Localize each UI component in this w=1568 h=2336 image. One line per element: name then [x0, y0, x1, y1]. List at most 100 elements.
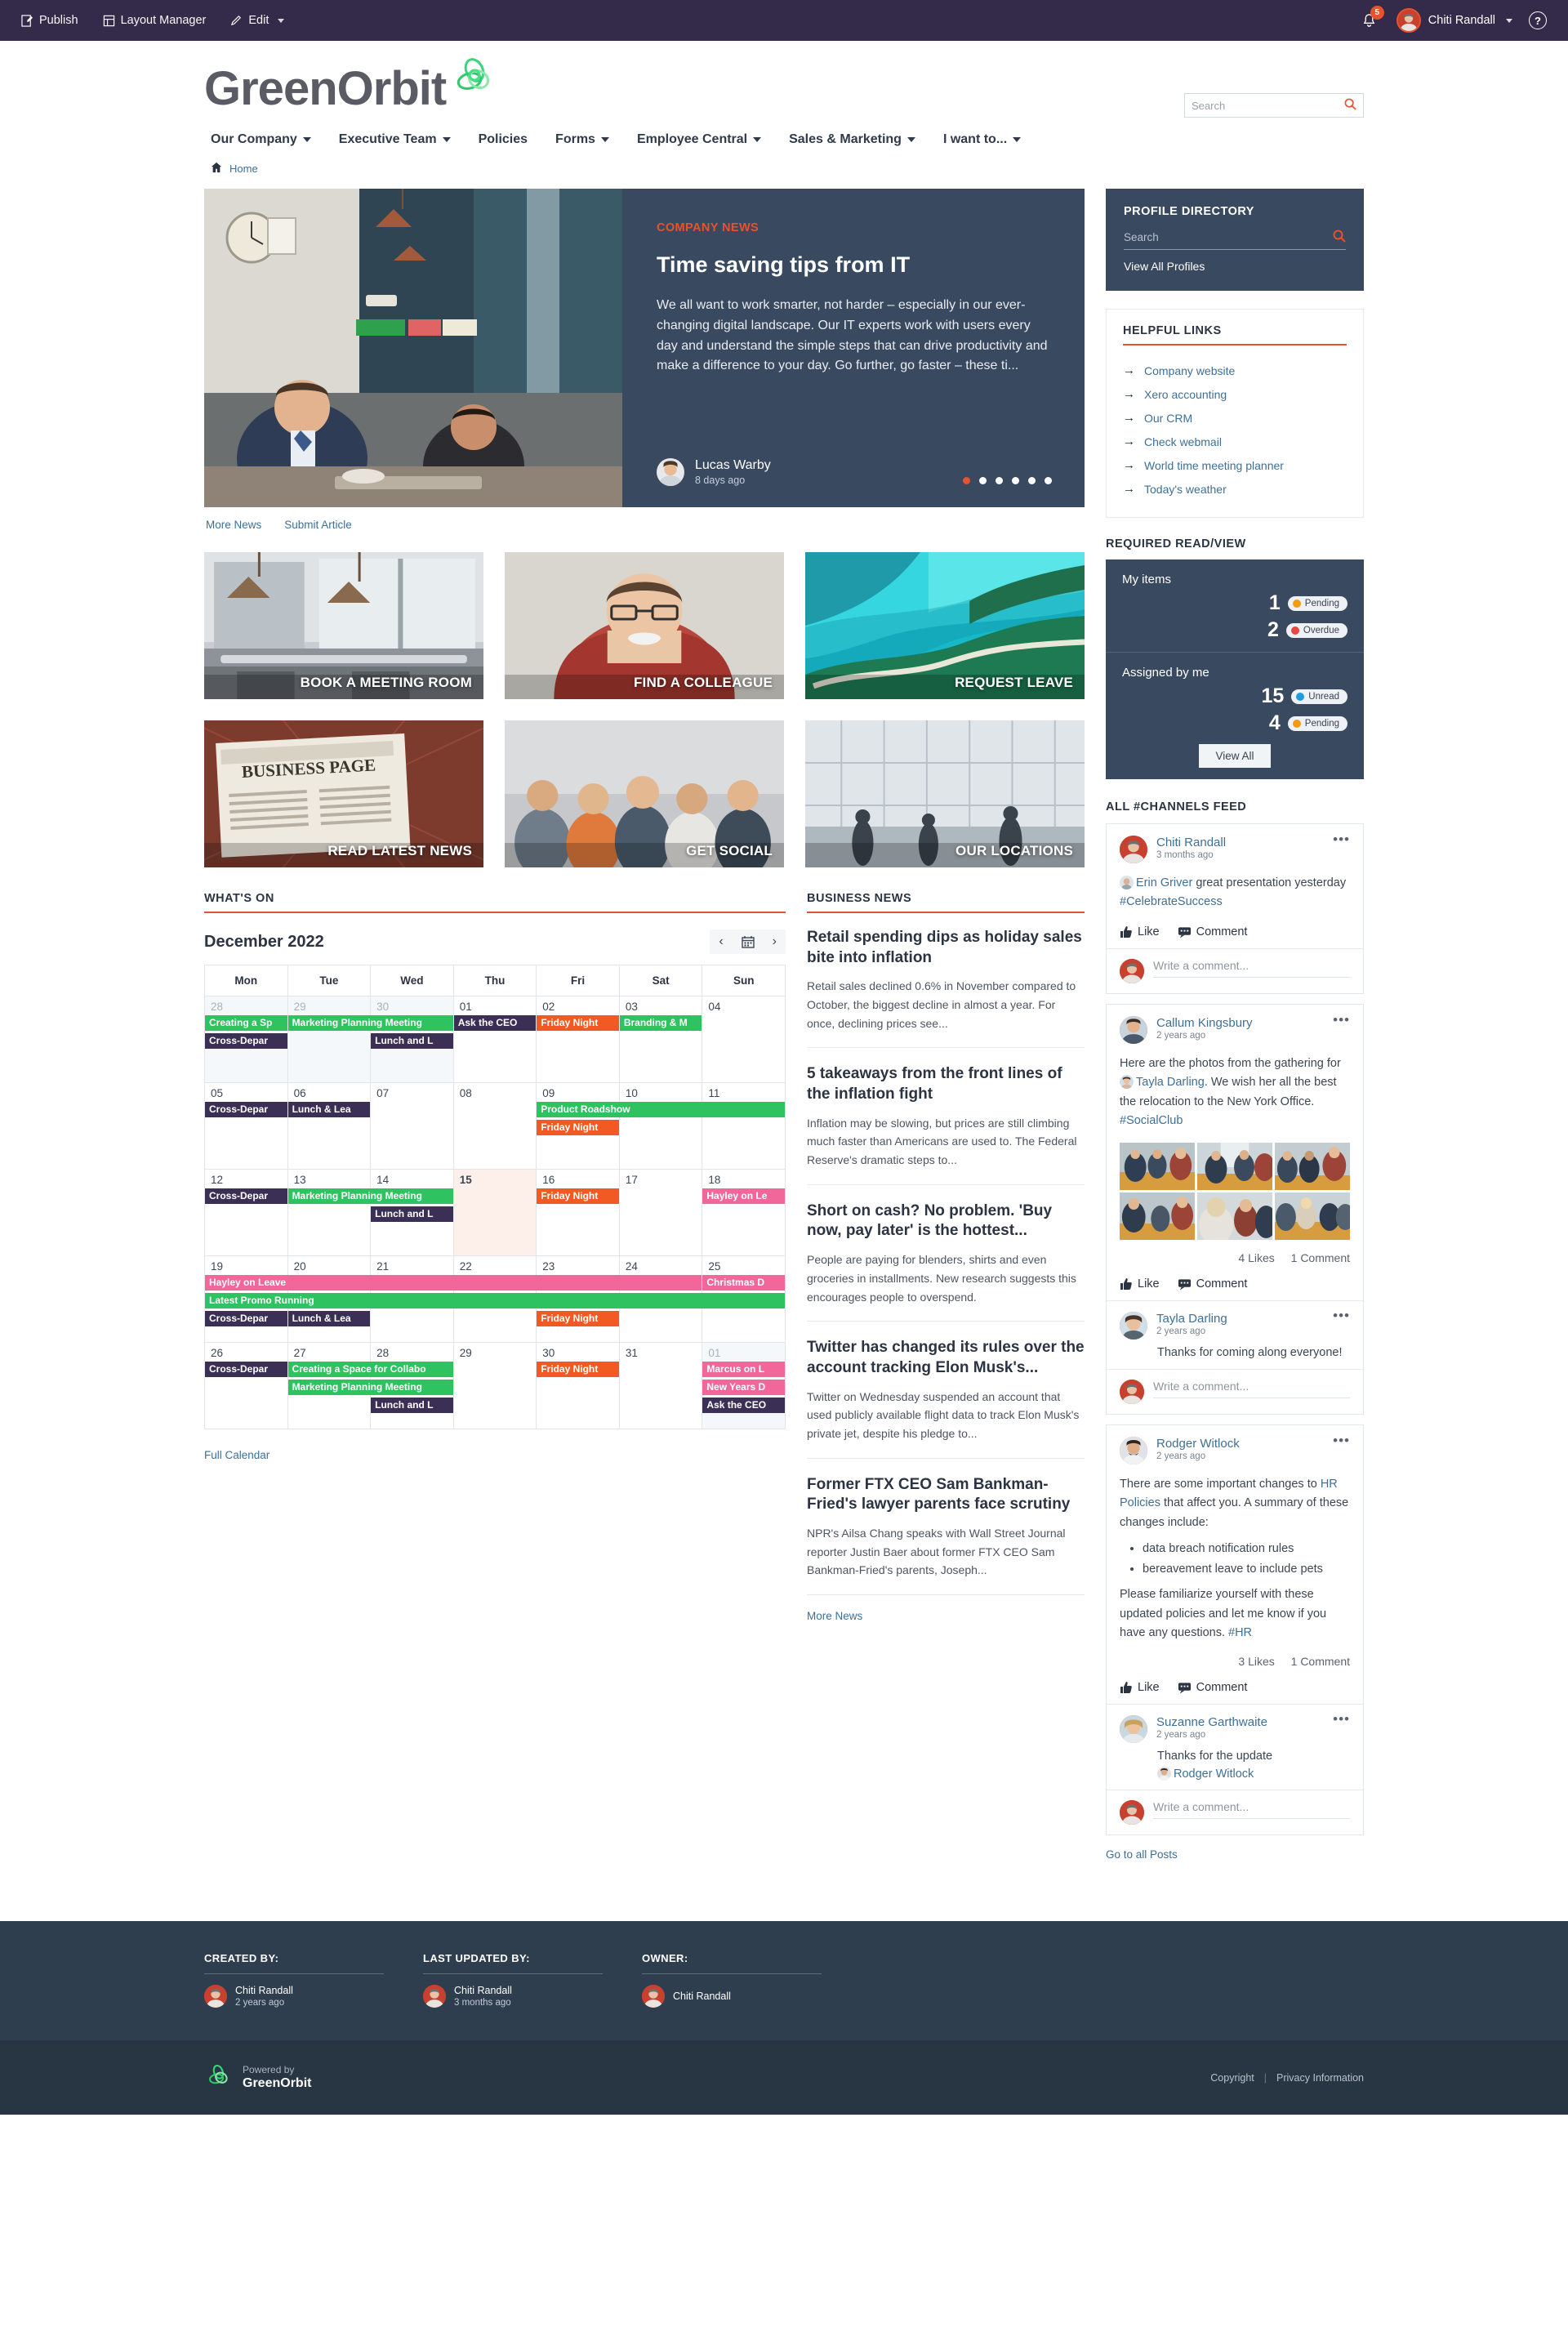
calendar-day-cell[interactable]: 15	[452, 1169, 537, 1256]
calendar-day-cell[interactable]: 30 Friday Night	[536, 1342, 620, 1429]
calendar-day-cell[interactable]: 01 Marcus on L New Years D Ask the CEO	[702, 1342, 786, 1429]
like-button[interactable]: Like	[1120, 1277, 1160, 1291]
calendar-day-cell[interactable]: 27 Creating a Space for Collabo Marketing …	[287, 1342, 453, 1429]
calendar-day-cell[interactable]: 12 Cross-Depar	[204, 1169, 288, 1256]
comment-menu-icon[interactable]: •••	[1333, 1308, 1350, 1322]
tile-book-a-meeting-room[interactable]: BOOK A MEETING ROOM	[204, 552, 483, 699]
avatar[interactable]	[1120, 1015, 1147, 1044]
hero-author-name[interactable]: Lucas Warby	[695, 458, 771, 473]
tile-read-latest-news[interactable]: BUSINESS PAGE READ LATEST NEWS	[204, 720, 483, 867]
calendar-day-cell[interactable]: 09 Product Roadshow Friday Night	[536, 1082, 785, 1170]
calendar-day-cell[interactable]: 03 Branding & M	[618, 996, 703, 1083]
calendar-day-cell[interactable]: 01 Ask the CEO	[452, 996, 537, 1083]
post-author[interactable]: Callum Kingsbury	[1156, 1016, 1253, 1030]
calendar-day-cell[interactable]: 04	[702, 996, 786, 1083]
nav-item-our-company[interactable]: Our Company	[211, 132, 311, 147]
calendar-event[interactable]: Cross-Depar	[205, 1188, 287, 1204]
assigned-row[interactable]: 4 Pending	[1122, 713, 1348, 733]
business-news-headline[interactable]: Retail spending dips as holiday sales bi…	[807, 928, 1085, 968]
calendar-day-cell[interactable]: 02 Friday Night	[536, 996, 620, 1083]
post-hashtag[interactable]: #CelebrateSuccess	[1120, 895, 1223, 908]
calendar-day-cell[interactable]: 16 Friday Night	[536, 1169, 620, 1256]
post-menu-icon[interactable]: •••	[1333, 1013, 1350, 1027]
carousel-dot[interactable]	[996, 477, 1003, 484]
helpful-link-item[interactable]: → World time meeting planner	[1123, 453, 1347, 477]
nav-item-executive-team[interactable]: Executive Team	[339, 132, 451, 147]
calendar-event[interactable]: Marketing Planning Meeting	[287, 1188, 453, 1204]
calendar-event[interactable]: Branding & M	[619, 1015, 702, 1031]
submit-article-link[interactable]: Submit Article	[284, 519, 352, 531]
calendar-day-cell[interactable]: 19 Hayley on Leave Latest Promo Running Cro…	[204, 1255, 785, 1343]
calendar-day-cell[interactable]: 07	[370, 1082, 454, 1170]
layout-manager-button[interactable]: Layout Manager	[103, 14, 206, 27]
goto-all-posts-link[interactable]: Go to all Posts	[1106, 1848, 1178, 1861]
calendar-event[interactable]: Hayley on Leave	[205, 1275, 702, 1291]
post-hashtag[interactable]: #HR	[1228, 1626, 1252, 1639]
publish-button[interactable]: Publish	[21, 14, 78, 27]
calendar-day-cell[interactable]: 17	[618, 1169, 703, 1256]
business-news-headline[interactable]: Former FTX CEO Sam Bankman-Fried's lawye…	[807, 1475, 1085, 1515]
breadcrumb-home-link[interactable]: Home	[229, 163, 258, 175]
calendar-next-button[interactable]: ›	[764, 929, 786, 954]
calendar-day-cell[interactable]: 31	[618, 1342, 703, 1429]
calendar-event[interactable]: New Years D	[702, 1380, 785, 1395]
tile-our-locations[interactable]: OUR LOCATIONS	[805, 720, 1085, 867]
post-photo[interactable]	[1197, 1142, 1272, 1190]
profile-search-input[interactable]	[1124, 231, 1333, 243]
calendar-event[interactable]: Marketing Planning Meeting	[287, 1015, 453, 1031]
nav-item-i-want-to[interactable]: I want to...	[943, 132, 1022, 147]
calendar-day-cell[interactable]: 10	[618, 1082, 703, 1170]
calendar-event[interactable]: Friday Night	[537, 1362, 619, 1377]
copyright-link[interactable]: Copyright	[1210, 2072, 1254, 2084]
tile-request-leave[interactable]: REQUEST LEAVE	[805, 552, 1085, 699]
post-author[interactable]: Rodger Witlock	[1156, 1437, 1240, 1451]
user-menu[interactable]: Chiti Randall	[1396, 8, 1512, 33]
calendar-event[interactable]: Lunch and L	[371, 1033, 453, 1049]
calendar-event[interactable]: Friday Night	[537, 1015, 619, 1031]
my-items-row[interactable]: 2 Overdue	[1122, 620, 1348, 640]
edit-button[interactable]: Edit	[230, 14, 285, 27]
helpful-link-item[interactable]: → Company website	[1123, 359, 1347, 382]
notifications-button[interactable]: 5	[1359, 6, 1384, 31]
calendar-event[interactable]: Ask the CEO	[453, 1015, 537, 1031]
business-news-headline[interactable]: 5 takeaways from the front lines of the …	[807, 1064, 1085, 1104]
comment-mention[interactable]: Rodger Witlock	[1174, 1768, 1254, 1781]
calendar-event[interactable]: Lunch & Lea	[287, 1102, 371, 1117]
post-photo[interactable]	[1120, 1192, 1195, 1240]
calendar-day-cell[interactable]: 26 Cross-Depar	[204, 1342, 288, 1429]
footer-person-name[interactable]: Chiti Randall	[673, 1991, 731, 2002]
like-button[interactable]: Like	[1120, 925, 1160, 938]
helpful-link-item[interactable]: → Xero accounting	[1123, 382, 1347, 406]
calendar-event[interactable]: Hayley on Le	[702, 1188, 785, 1204]
calendar-day-cell[interactable]: 14 Lunch and L	[370, 1169, 454, 1256]
calendar-day-cell[interactable]: 08	[452, 1082, 537, 1170]
post-photo[interactable]	[1275, 1142, 1350, 1190]
calendar-event[interactable]: Lunch and L	[371, 1398, 453, 1413]
search-icon[interactable]	[1333, 230, 1346, 245]
comment-input[interactable]	[1153, 1800, 1350, 1820]
carousel-dot[interactable]	[979, 477, 987, 484]
nav-item-policies[interactable]: Policies	[479, 132, 528, 147]
avatar[interactable]	[1120, 1714, 1147, 1743]
business-news-headline[interactable]: Short on cash? No problem. 'Buy now, pay…	[807, 1201, 1085, 1242]
calendar-prev-button[interactable]: ‹	[710, 929, 732, 954]
help-button[interactable]: ?	[1529, 11, 1547, 29]
calendar-day-cell[interactable]: 29	[452, 1342, 537, 1429]
avatar[interactable]	[1120, 836, 1147, 863]
calendar-event[interactable]: Lunch & Lea	[287, 1311, 371, 1326]
carousel-dot[interactable]	[1045, 477, 1052, 484]
post-mention[interactable]: Tayla Darling	[1136, 1076, 1205, 1089]
post-mention[interactable]: Erin Griver	[1136, 876, 1192, 889]
tile-get-social[interactable]: GET SOCIAL	[505, 720, 784, 867]
calendar-event[interactable]: Latest Promo Running	[205, 1293, 785, 1308]
comment-button[interactable]: Comment	[1178, 1277, 1247, 1291]
avatar[interactable]	[1120, 1311, 1147, 1340]
profile-directory-search[interactable]	[1124, 230, 1346, 250]
my-items-row[interactable]: 1 Pending	[1122, 593, 1348, 613]
comment-author[interactable]: Tayla Darling	[1156, 1312, 1227, 1326]
nav-item-employee-central[interactable]: Employee Central	[637, 132, 762, 147]
calendar-event[interactable]: Friday Night	[537, 1188, 619, 1204]
calendar-day-cell[interactable]: 30 Lunch and L	[370, 996, 454, 1083]
search-input[interactable]	[1192, 99, 1344, 112]
calendar-day-cell[interactable]: 05 Cross-Depar	[204, 1082, 288, 1170]
